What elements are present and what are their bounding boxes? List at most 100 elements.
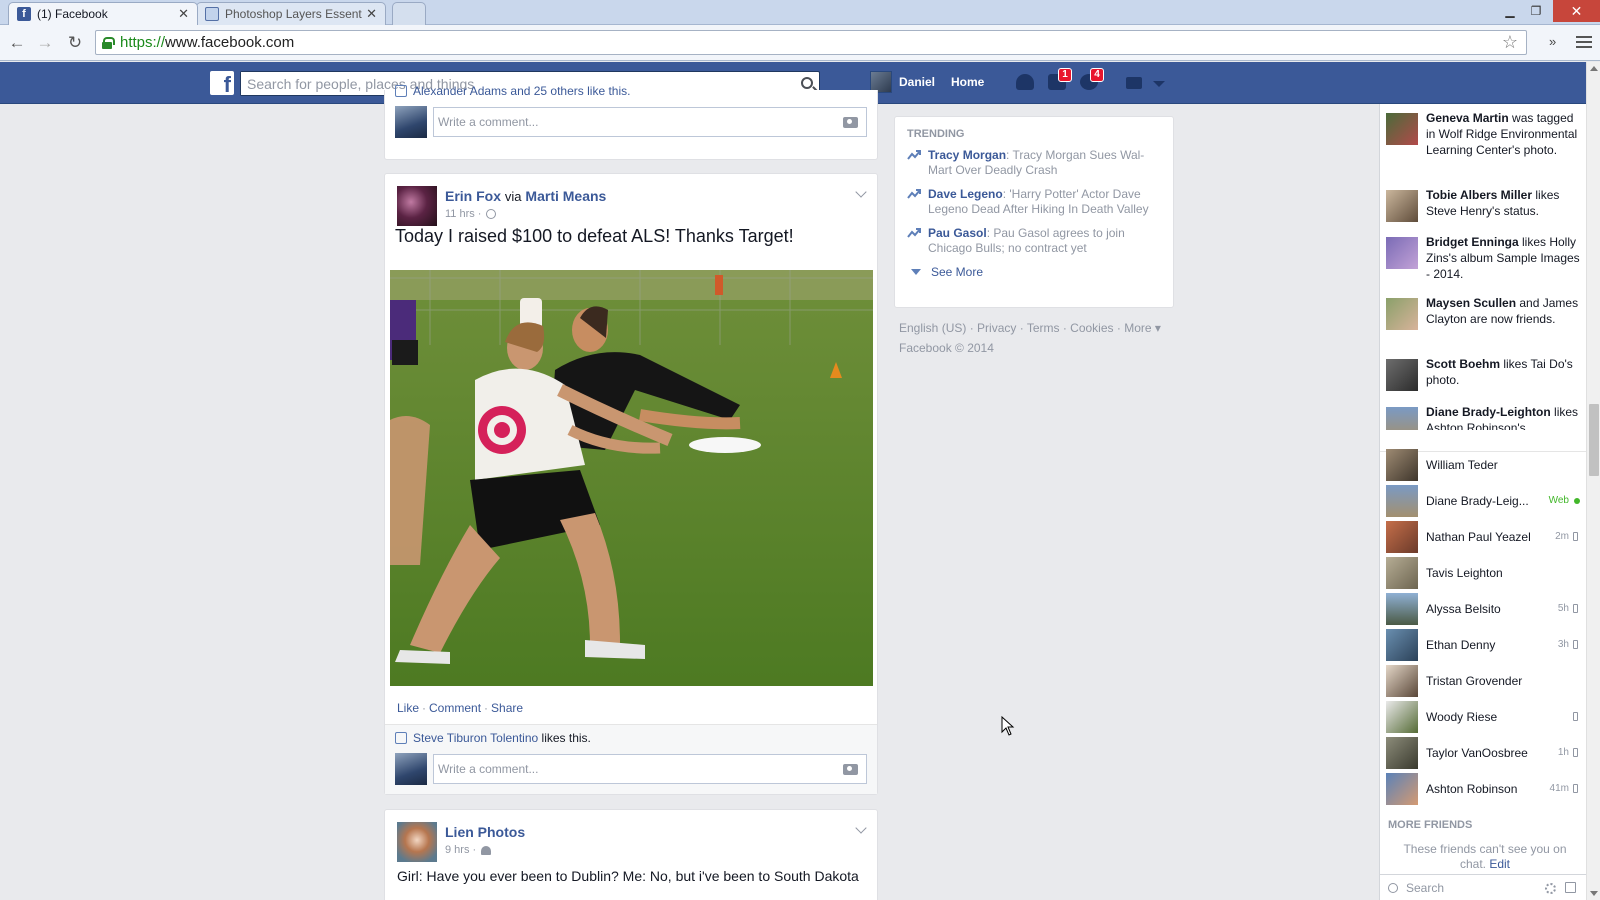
chat-status-label: 41m: [1549, 783, 1569, 794]
facebook-logo-icon[interactable]: f: [210, 71, 234, 95]
scroll-up-arrow-icon[interactable]: [1590, 66, 1598, 71]
minimize-window-button[interactable]: ▁: [1497, 0, 1523, 22]
reload-icon[interactable]: ↻: [64, 32, 86, 54]
close-window-button[interactable]: ✕: [1553, 0, 1600, 22]
tab-photoshop[interactable]: Photoshop Layers Essenti ✕: [196, 2, 386, 25]
close-tab-icon[interactable]: ✕: [366, 6, 377, 22]
scrollbar-thumb[interactable]: [1589, 404, 1599, 476]
chat-friend-row[interactable]: Tristan Grovender: [1386, 664, 1582, 697]
public-globe-icon: [486, 209, 497, 219]
comment-placeholder: Write a comment...: [438, 115, 539, 129]
maximize-window-button[interactable]: ❐: [1523, 0, 1549, 22]
avatar: [1386, 736, 1418, 769]
likes-summary: Steve Tiburon Tolentino likes this.: [385, 725, 877, 751]
chat-edit-link[interactable]: Edit: [1489, 857, 1510, 871]
ticker-actor[interactable]: Geneva Martin: [1426, 111, 1509, 125]
browser-menu-icon[interactable]: [1576, 33, 1592, 49]
chat-friend-row[interactable]: Taylor VanOosbree 1h: [1386, 736, 1582, 769]
avatar[interactable]: [397, 186, 437, 226]
ticker-item[interactable]: Tobie Albers Miller likes Steve Henry's …: [1386, 187, 1582, 222]
bookmark-star-icon[interactable]: ☆: [1502, 32, 1518, 53]
camera-icon[interactable]: [843, 764, 858, 775]
address-bar[interactable]: https://www.facebook.com ☆: [95, 30, 1527, 55]
author-link[interactable]: Erin Fox: [445, 188, 501, 204]
tab-facebook[interactable]: f (1) Facebook ✕: [8, 2, 198, 25]
ticker-item[interactable]: Diane Brady-Leighton likes Ashton Robins…: [1386, 404, 1582, 430]
chat-friend-row[interactable]: Diane Brady-Leig... Web: [1386, 484, 1582, 517]
browser-tab-strip: f (1) Facebook ✕ Photoshop Layers Essent…: [0, 0, 1600, 25]
trending-item[interactable]: Pau Gasol: Pau Gasol agrees to join Chic…: [907, 226, 1161, 256]
see-more-link[interactable]: See More: [911, 265, 1161, 279]
trending-item[interactable]: Tracy Morgan: Tracy Morgan Sues Wal-Mart…: [907, 148, 1161, 178]
trending-arrow-icon: [907, 150, 921, 160]
via-author-link[interactable]: Marti Means: [525, 188, 606, 204]
profile-link[interactable]: Daniel: [870, 71, 935, 93]
like-link[interactable]: Like: [397, 701, 419, 715]
ticker-item[interactable]: Maysen Scullen and James Clayton are now…: [1386, 295, 1582, 330]
camera-icon[interactable]: [843, 117, 858, 128]
footer-language-link[interactable]: English (US): [899, 321, 966, 335]
ticker-item[interactable]: Bridget Enninga likes Holly Zins's album…: [1386, 234, 1582, 282]
comment-input[interactable]: Write a comment...: [433, 107, 867, 137]
trending-item[interactable]: Dave Legeno: 'Harry Potter' Actor Dave L…: [907, 187, 1161, 217]
likes-link[interactable]: Alexander Adams and 25 others like this.: [413, 84, 630, 98]
comment-input[interactable]: Write a comment...: [433, 754, 867, 784]
avatar[interactable]: [397, 822, 437, 862]
chat-search-input[interactable]: [1406, 880, 1536, 895]
avatar: [1386, 237, 1418, 269]
chat-friend-row[interactable]: Nathan Paul Yeazel 2m: [1386, 520, 1582, 553]
footer-more-link[interactable]: More ▾: [1124, 321, 1161, 335]
back-arrow-icon[interactable]: ←: [6, 32, 28, 54]
trend-name[interactable]: Pau Gasol: [928, 226, 987, 240]
chat-friend-row[interactable]: Woody Riese: [1386, 700, 1582, 733]
ticker-actor[interactable]: Tobie Albers Miller: [1426, 188, 1532, 202]
privacy-shortcuts-icon[interactable]: [1126, 77, 1142, 89]
trend-name[interactable]: Tracy Morgan: [928, 148, 1006, 162]
friend-requests-icon[interactable]: [1016, 74, 1038, 94]
chat-offline-notice: These friends can't see you on chat. Edi…: [1400, 842, 1570, 872]
chat-friend-row[interactable]: Ashton Robinson 41m: [1386, 772, 1582, 805]
ticker-actor[interactable]: Diane Brady-Leighton: [1426, 405, 1551, 419]
new-tab-button[interactable]: [392, 2, 426, 25]
footer-cookies-link[interactable]: Cookies: [1070, 321, 1113, 335]
author-link[interactable]: Lien Photos: [445, 824, 525, 840]
gear-icon[interactable]: [1545, 883, 1556, 894]
trend-name[interactable]: Dave Legeno: [928, 187, 1003, 201]
extensions-overflow-icon[interactable]: »: [1549, 34, 1556, 49]
footer-privacy-link[interactable]: Privacy: [977, 321, 1016, 335]
chat-friend-row[interactable]: William Teder: [1386, 448, 1582, 481]
timestamp[interactable]: 11 hrs: [445, 208, 475, 220]
post-photo[interactable]: [390, 270, 873, 686]
ticker-actor[interactable]: Bridget Enninga: [1426, 235, 1519, 249]
page-scrollbar[interactable]: [1586, 62, 1600, 900]
chat-friend-row[interactable]: Alyssa Belsito 5h: [1386, 592, 1582, 625]
ticker-item[interactable]: Scott Boehm likes Tai Do's photo.: [1386, 356, 1582, 391]
share-link[interactable]: Share: [491, 701, 523, 715]
likes-summary: Alexander Adams and 25 others like this.: [385, 78, 877, 104]
notifications-globe-icon[interactable]: 4: [1080, 68, 1104, 94]
home-link[interactable]: Home: [951, 75, 984, 89]
feed-story-erin-fox: Erin Fox via Marti Means 11 hrs · Today …: [384, 173, 878, 795]
chevron-down-icon[interactable]: [855, 186, 867, 198]
compose-icon[interactable]: [1565, 882, 1576, 893]
likes-suffix: likes this.: [541, 731, 591, 745]
chat-friend-row[interactable]: Tavis Leighton: [1386, 556, 1582, 589]
timestamp[interactable]: 9 hrs: [445, 844, 469, 856]
messages-icon[interactable]: 1: [1048, 68, 1072, 94]
liker-link[interactable]: Steve Tiburon Tolentino: [413, 731, 538, 745]
footer-terms-link[interactable]: Terms: [1027, 321, 1060, 335]
forward-arrow-icon[interactable]: →: [34, 32, 56, 54]
mobile-phone-icon: [1573, 748, 1578, 757]
ticker-actor[interactable]: Maysen Scullen: [1426, 296, 1516, 310]
url-text[interactable]: https://www.facebook.com: [120, 34, 294, 51]
online-status-dot: [1574, 497, 1580, 504]
ticker-actor[interactable]: Scott Boehm: [1426, 357, 1500, 371]
post-text: Today I raised $100 to defeat ALS! Thank…: [395, 226, 794, 246]
scroll-down-arrow-icon[interactable]: [1590, 891, 1598, 896]
account-settings-arrow-icon[interactable]: [1153, 81, 1165, 87]
ticker-item[interactable]: Geneva Martin was tagged in Wolf Ridge E…: [1386, 110, 1582, 158]
chevron-down-icon[interactable]: [855, 822, 867, 834]
close-tab-icon[interactable]: ✕: [178, 6, 189, 22]
comment-link[interactable]: Comment: [429, 701, 481, 715]
chat-friend-row[interactable]: Ethan Denny 3h: [1386, 628, 1582, 661]
